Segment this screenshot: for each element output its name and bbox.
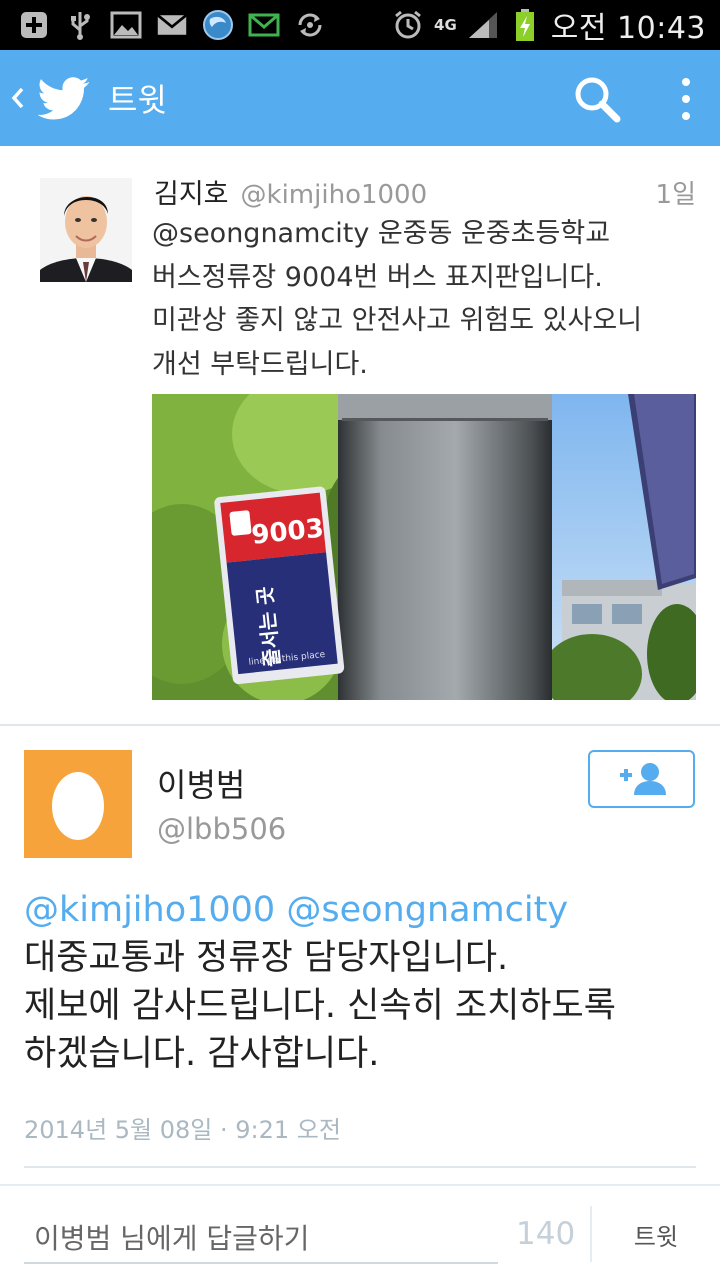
avatar[interactable] bbox=[24, 750, 132, 858]
notification-icons bbox=[0, 9, 326, 41]
status-bar: 4G 오전 10:43 bbox=[0, 0, 720, 50]
twitter-bird-icon[interactable] bbox=[37, 72, 90, 124]
add-user-icon bbox=[619, 763, 666, 795]
author-name[interactable]: 김지호 bbox=[154, 172, 229, 211]
tweet-text: @kimjiho1000 @seongnamcity 대중교통과 정류장 담당자… bbox=[24, 886, 704, 1078]
mention-link[interactable]: @seongnamcity bbox=[286, 890, 568, 930]
in-reply-to-tweet[interactable]: 김지호 @kimjiho1000 1일 @seongnamcity 운중동 운중… bbox=[0, 146, 720, 724]
divider bbox=[0, 724, 720, 726]
tweet-text-line: 제보에 감사드립니다. 신속히 조치하도록 bbox=[24, 986, 616, 1026]
reply-input[interactable] bbox=[24, 1214, 498, 1264]
alarm-icon bbox=[392, 9, 424, 41]
page-title: 트윗 bbox=[108, 81, 167, 119]
mention-link[interactable]: @kimjiho1000 bbox=[24, 890, 275, 930]
sync-icon bbox=[294, 9, 326, 41]
character-count: 140 bbox=[516, 1216, 576, 1252]
tweet-text: @seongnamcity 운중동 운중초등학교 버스정류장 9004번 버스 … bbox=[152, 218, 643, 380]
mention-line: @kimjiho1000 @seongnamcity bbox=[24, 886, 704, 934]
reply-composer: 140 트윗 bbox=[0, 1184, 720, 1280]
signal-icon bbox=[467, 9, 499, 41]
tweet-text-line: 대중교통과 정류장 담당자입니다. bbox=[24, 938, 509, 978]
author-name[interactable]: 이병범 bbox=[157, 760, 245, 806]
image-icon bbox=[110, 9, 142, 41]
default-egg-icon bbox=[52, 772, 104, 840]
tweet-timestamp: 2014년 5월 08일 · 9:21 오전 bbox=[24, 1116, 341, 1144]
clock: 오전 10:43 bbox=[550, 11, 706, 46]
tweet-text-line: 하겠습니다. 감사합니다. bbox=[24, 1034, 380, 1074]
more-vertical-icon[interactable] bbox=[666, 74, 706, 124]
tweet-button[interactable]: 트윗 bbox=[606, 1206, 706, 1262]
email-icon bbox=[248, 9, 280, 41]
avatar[interactable] bbox=[40, 178, 132, 282]
browser-icon bbox=[202, 9, 234, 41]
divider bbox=[24, 1166, 696, 1168]
system-icons: 4G 오전 10:43 bbox=[392, 3, 720, 47]
divider bbox=[590, 1206, 592, 1262]
add-notification-icon bbox=[18, 9, 50, 41]
tweet-time: 1일 bbox=[655, 180, 696, 210]
mail-icon bbox=[156, 9, 188, 41]
action-bar: 트윗 bbox=[0, 50, 720, 146]
battery-charging-icon bbox=[509, 9, 541, 41]
follow-button[interactable] bbox=[588, 750, 695, 808]
tweet-photo[interactable]: 9003 줄서는 곳 line up this place bbox=[152, 394, 696, 700]
network-4g-icon: 4G bbox=[434, 15, 457, 34]
author-handle[interactable]: @lbb506 bbox=[157, 812, 286, 846]
usb-icon bbox=[64, 9, 96, 41]
tweet-header: 김지호 @kimjiho1000 1일 bbox=[154, 172, 700, 211]
back-chevron-icon[interactable] bbox=[0, 50, 34, 146]
search-icon[interactable] bbox=[572, 74, 622, 124]
author-handle[interactable]: @kimjiho1000 bbox=[241, 180, 428, 210]
